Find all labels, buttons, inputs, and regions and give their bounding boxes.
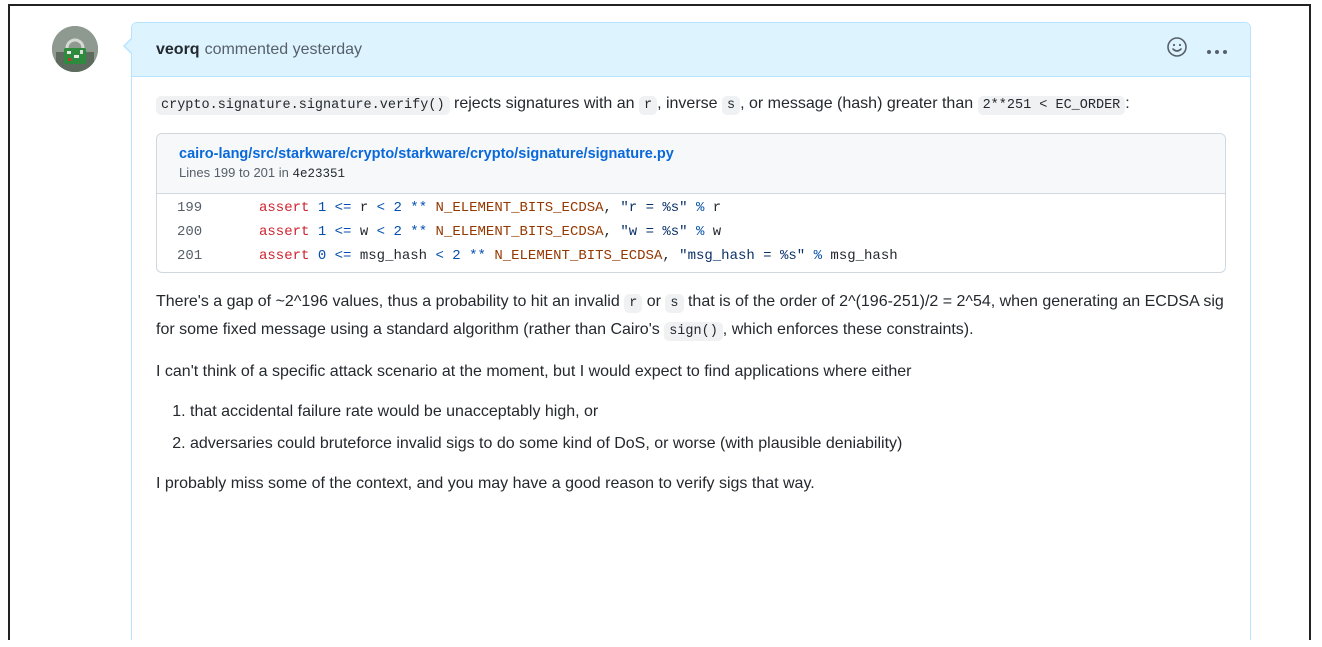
code-source: assert 0 <= msg_hash < 2 ** N_ELEMENT_BI… bbox=[239, 244, 898, 268]
inline-code: sign() bbox=[664, 322, 723, 341]
list-item: adversaries could bruteforce invalid sig… bbox=[190, 431, 1226, 457]
inline-code: 2**251 < EC_ORDER bbox=[977, 96, 1126, 115]
code-token: 1 bbox=[317, 200, 327, 216]
line-range-text: Lines 199 to 201 in bbox=[179, 165, 293, 180]
page-frame: veorq commented yesterday crypto.signatu… bbox=[8, 4, 1311, 640]
code-token: <= bbox=[334, 200, 352, 216]
commit-link[interactable]: 4e23351 bbox=[292, 167, 345, 181]
code-token: assert bbox=[259, 200, 310, 216]
code-token: r bbox=[712, 200, 722, 216]
text: rejects signatures with an bbox=[449, 95, 639, 112]
code-token: , bbox=[662, 248, 671, 264]
code-embed: cairo-lang/src/starkware/crypto/starkwar… bbox=[156, 133, 1226, 273]
code-token: r bbox=[359, 200, 369, 216]
code-token: N_ELEMENT_BITS_ECDSA bbox=[435, 200, 604, 216]
code-token: ** bbox=[469, 248, 486, 264]
more-options-button[interactable] bbox=[1206, 40, 1228, 60]
code-token: "msg_hash = %s" bbox=[679, 248, 806, 264]
code-token: msg_hash bbox=[830, 248, 898, 264]
comment-header: veorq commented yesterday bbox=[132, 23, 1250, 77]
code-token: < bbox=[376, 224, 386, 240]
code-token: 2 bbox=[393, 200, 402, 216]
list-item: that accidental failure rate would be un… bbox=[190, 399, 1226, 425]
file-path-link[interactable]: cairo-lang/src/starkware/crypto/starkwar… bbox=[179, 144, 1203, 164]
code-token: w bbox=[359, 224, 369, 240]
code-line: 199 assert 1 <= r < 2 ** N_ELEMENT_BITS_E… bbox=[157, 196, 1225, 220]
text: , inverse bbox=[657, 95, 722, 112]
code-token: 2 bbox=[452, 248, 461, 264]
text: , or message (hash) greater than bbox=[740, 95, 978, 112]
code-token: msg_hash bbox=[359, 248, 428, 264]
code-token: "w = %s" bbox=[620, 224, 688, 240]
inline-code: crypto.signature.signature.verify() bbox=[156, 96, 450, 115]
comment-paragraph-1: crypto.signature.signature.verify() reje… bbox=[156, 91, 1226, 119]
line-range: Lines 199 to 201 in 4e23351 bbox=[179, 164, 1203, 183]
code-token: 2 bbox=[393, 224, 402, 240]
code-token: <= bbox=[334, 248, 352, 264]
line-number[interactable]: 199 bbox=[157, 196, 239, 220]
code-token: ** bbox=[410, 200, 428, 216]
smiley-icon bbox=[1167, 37, 1187, 57]
comment-timestamp[interactable]: commented yesterday bbox=[205, 41, 362, 59]
code-token: , bbox=[603, 224, 612, 240]
code-token: w bbox=[712, 224, 722, 240]
code-token: <= bbox=[334, 224, 352, 240]
code-token: < bbox=[435, 248, 444, 264]
comment-paragraph-2: There's a gap of ~2^196 values, thus a p… bbox=[156, 289, 1226, 345]
comment-actions bbox=[1166, 36, 1228, 63]
inline-code: s bbox=[665, 294, 684, 313]
text: , which enforces these constraints). bbox=[722, 321, 974, 338]
comment-author-link[interactable]: veorq bbox=[156, 41, 200, 59]
code-source: assert 1 <= r < 2 ** N_ELEMENT_BITS_ECDS… bbox=[239, 196, 721, 220]
code-token: , bbox=[603, 200, 612, 216]
text: There's a gap of ~2^196 values, thus a p… bbox=[156, 293, 625, 310]
code-source: assert 1 <= w < 2 ** N_ELEMENT_BITS_ECDS… bbox=[239, 220, 721, 244]
code-token: % bbox=[695, 224, 705, 240]
avatar-image-icon bbox=[52, 26, 98, 72]
code-token: N_ELEMENT_BITS_ECDSA bbox=[494, 248, 663, 264]
code-line: 200 assert 1 <= w < 2 ** N_ELEMENT_BITS_E… bbox=[157, 220, 1225, 244]
text: : bbox=[1125, 95, 1130, 112]
comment-box: veorq commented yesterday crypto.signatu… bbox=[123, 22, 1251, 640]
code-token: assert bbox=[259, 248, 310, 264]
code-token: % bbox=[695, 200, 705, 216]
text: or bbox=[642, 293, 666, 310]
comment-paragraph-3: I can't think of a specific attack scena… bbox=[156, 363, 912, 380]
line-number[interactable]: 200 bbox=[157, 220, 239, 244]
comment-list: that accidental failure rate would be un… bbox=[156, 399, 1226, 457]
line-number[interactable]: 201 bbox=[157, 244, 239, 268]
code-token: % bbox=[813, 248, 823, 264]
code-token: 0 bbox=[317, 248, 327, 264]
inline-code: r bbox=[638, 96, 658, 115]
comment-paragraph-4: I probably miss some of the context, and… bbox=[156, 475, 815, 492]
code-token: < bbox=[376, 200, 386, 216]
code-token: N_ELEMENT_BITS_ECDSA bbox=[435, 224, 604, 240]
kebab-horizontal-icon bbox=[1207, 49, 1227, 54]
add-reaction-button[interactable] bbox=[1166, 36, 1188, 63]
code-token: "r = %s" bbox=[620, 200, 688, 216]
code-token: assert bbox=[259, 224, 310, 240]
comment-body: crypto.signature.signature.verify() reje… bbox=[132, 77, 1250, 497]
code-line: 201 assert 0 <= msg_hash < 2 ** N_ELEMENT… bbox=[157, 244, 1225, 268]
inline-code: s bbox=[722, 96, 741, 115]
code-lines: 199 assert 1 <= r < 2 ** N_ELEMENT_BITS_E… bbox=[157, 194, 1225, 272]
inline-code: r bbox=[624, 294, 643, 313]
avatar[interactable] bbox=[52, 26, 98, 72]
code-token: ** bbox=[410, 224, 428, 240]
code-embed-header: cairo-lang/src/starkware/crypto/starkwar… bbox=[157, 134, 1225, 194]
code-token: 1 bbox=[317, 224, 327, 240]
